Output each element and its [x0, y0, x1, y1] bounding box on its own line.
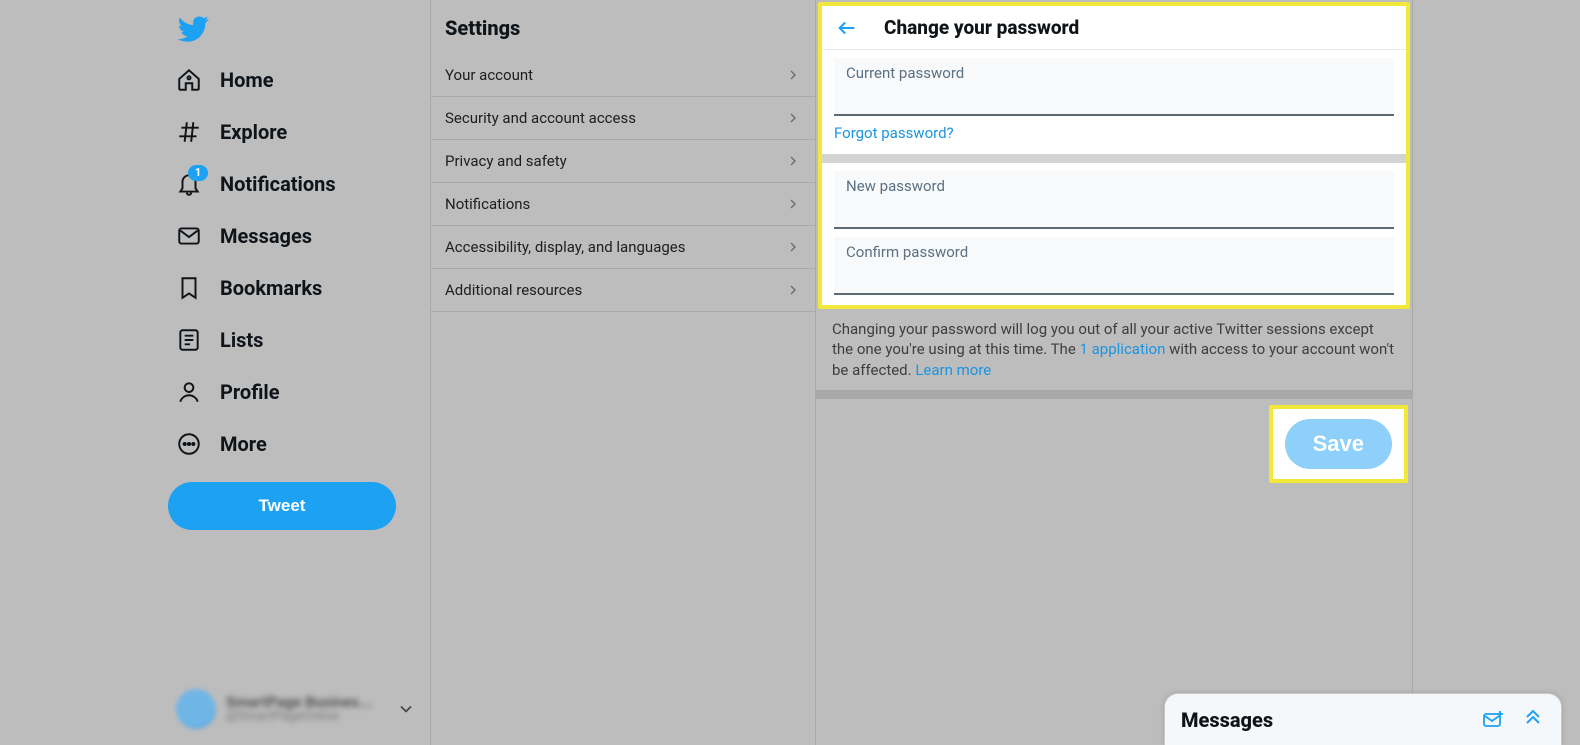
current-password-field[interactable]: Current password	[834, 58, 1394, 116]
nav-more[interactable]: More	[168, 420, 275, 468]
new-password-input[interactable]	[846, 195, 1386, 219]
home-icon	[176, 67, 202, 93]
nav-label: Home	[220, 68, 274, 92]
envelope-icon	[176, 223, 202, 249]
settings-item-label: Notifications	[445, 195, 530, 213]
avatar	[176, 689, 216, 729]
messages-drawer[interactable]: Messages	[1164, 693, 1562, 745]
nav-label: More	[220, 432, 267, 456]
settings-item-label: Accessibility, display, and languages	[445, 238, 685, 256]
save-button[interactable]: Save	[1285, 419, 1392, 469]
chevron-right-icon	[785, 67, 801, 83]
panel-title: Change your password	[884, 16, 1079, 39]
learn-more-link[interactable]: Learn more	[915, 361, 991, 379]
settings-item-your-account[interactable]: Your account	[431, 54, 815, 97]
save-highlight: Save	[1269, 405, 1408, 483]
more-icon	[176, 431, 202, 457]
account-handle: @SmartPageOnline	[226, 710, 372, 724]
twitter-logo-icon[interactable]	[176, 12, 210, 46]
drawer-title: Messages	[1181, 708, 1273, 732]
nav-label: Messages	[220, 224, 312, 248]
confirm-password-input[interactable]	[846, 261, 1386, 285]
profile-icon	[176, 379, 202, 405]
chevron-right-icon	[785, 239, 801, 255]
hashtag-icon	[176, 119, 202, 145]
nav-home[interactable]: Home	[168, 56, 282, 104]
nav-label: Explore	[220, 120, 287, 144]
settings-title: Settings	[431, 8, 815, 54]
settings-item-notifications[interactable]: Notifications	[431, 183, 815, 226]
back-arrow-icon[interactable]	[836, 17, 858, 39]
nav-messages[interactable]: Messages	[168, 212, 320, 260]
password-note: Changing your password will log you out …	[816, 309, 1412, 390]
confirm-password-field[interactable]: Confirm password	[834, 237, 1394, 295]
settings-item-privacy[interactable]: Privacy and safety	[431, 140, 815, 183]
chevron-right-icon	[785, 196, 801, 212]
settings-item-label: Security and account access	[445, 109, 636, 127]
settings-item-additional[interactable]: Additional resources	[431, 269, 815, 312]
nav-profile[interactable]: Profile	[168, 368, 288, 416]
nav-explore[interactable]: Explore	[168, 108, 295, 156]
forgot-password-link[interactable]: Forgot password?	[834, 124, 954, 142]
nav-bookmarks[interactable]: Bookmarks	[168, 264, 330, 312]
chevron-right-icon	[785, 282, 801, 298]
chevron-right-icon	[785, 153, 801, 169]
expand-up-icon[interactable]	[1521, 708, 1545, 732]
change-password-panel: Change your password Current password Fo…	[816, 0, 1413, 745]
settings-item-label: Your account	[445, 66, 533, 84]
nav-lists[interactable]: Lists	[168, 316, 271, 364]
field-label: Current password	[846, 64, 1382, 82]
settings-item-label: Additional resources	[445, 281, 582, 299]
nav-label: Notifications	[220, 172, 336, 196]
account-name: SmartPage Busines...	[226, 694, 372, 711]
field-label: Confirm password	[846, 243, 1382, 261]
new-message-icon[interactable]	[1481, 708, 1505, 732]
applications-link[interactable]: 1 application	[1080, 340, 1166, 358]
password-form-highlight: Change your password Current password Fo…	[818, 2, 1410, 309]
nav-notifications[interactable]: 1 Notifications	[168, 160, 344, 208]
nav-label: Profile	[220, 380, 280, 404]
settings-item-accessibility[interactable]: Accessibility, display, and languages	[431, 226, 815, 269]
tweet-button[interactable]: Tweet	[168, 482, 396, 530]
chevron-down-icon	[396, 699, 416, 719]
bell-icon: 1	[176, 171, 202, 197]
new-password-field[interactable]: New password	[834, 171, 1394, 229]
chevron-right-icon	[785, 110, 801, 126]
settings-item-security[interactable]: Security and account access	[431, 97, 815, 140]
nav-label: Bookmarks	[220, 276, 322, 300]
lists-icon	[176, 327, 202, 353]
account-switcher[interactable]: SmartPage Busines... @SmartPageOnline	[168, 683, 424, 735]
nav-label: Lists	[220, 328, 263, 352]
primary-nav: Home Explore 1 Notifications Messages Bo…	[0, 0, 430, 745]
notification-badge: 1	[188, 165, 208, 181]
bookmark-icon	[176, 275, 202, 301]
field-label: New password	[846, 177, 1382, 195]
settings-item-label: Privacy and safety	[445, 152, 567, 170]
settings-list: Settings Your account Security and accou…	[430, 0, 816, 745]
current-password-input[interactable]	[846, 82, 1386, 106]
